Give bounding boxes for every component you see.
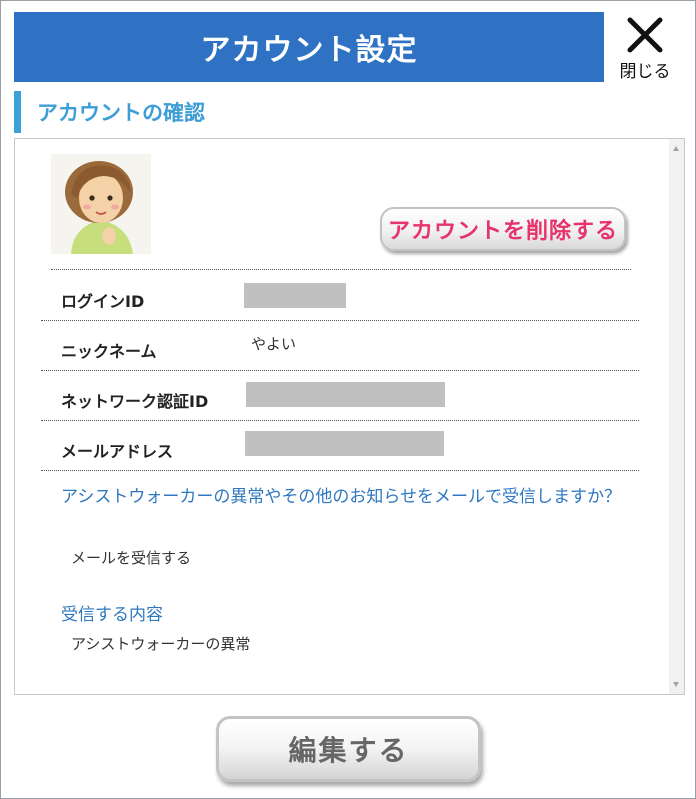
close-button[interactable]: 閉じる <box>609 15 681 83</box>
notification-question: アシストウォーカーの異常やその他のお知らせをメールで受信しますか？ <box>61 487 621 507</box>
network-auth-id-redacted <box>246 382 445 407</box>
avatar-figure-icon <box>51 154 151 254</box>
avatar <box>51 154 151 254</box>
row-network-auth-id: ネットワーク認証ID <box>41 370 639 421</box>
scroll-down-icon[interactable] <box>673 682 679 687</box>
content-value: アシストウォーカーの異常 <box>71 635 251 653</box>
row-nickname: ニックネーム やよい <box>41 320 639 371</box>
close-label: 閉じる <box>619 62 671 82</box>
network-auth-id-label: ネットワーク認証ID <box>61 392 209 411</box>
nickname-value: やよい <box>251 335 297 353</box>
scroll-up-icon[interactable] <box>673 146 679 151</box>
login-id-label: ログインID <box>61 292 145 311</box>
nickname-label: ニックネーム <box>61 342 157 361</box>
content-heading: 受信する内容 <box>61 605 163 625</box>
delete-account-button[interactable]: アカウントを削除する <box>380 207 626 251</box>
edit-button[interactable]: 編集する <box>216 716 481 782</box>
dialog-title: アカウント設定 <box>14 12 604 82</box>
email-label: メールアドレス <box>61 442 174 461</box>
scrollbar[interactable] <box>669 139 684 694</box>
content-panel: アカウントを削除する ログインID ニックネーム やよい ネットワーク認証ID … <box>14 138 685 695</box>
row-login-id: ログインID <box>41 270 639 321</box>
login-id-redacted <box>244 283 346 308</box>
close-icon <box>627 17 663 53</box>
section-heading: アカウントの確認 <box>14 91 205 133</box>
row-email: メールアドレス <box>41 420 639 471</box>
account-settings-dialog: アカウント設定 閉じる アカウントの確認 アカウントを削除する ログインID ニ… <box>0 0 696 799</box>
notification-answer: メールを受信する <box>71 549 192 567</box>
email-redacted <box>245 431 444 456</box>
